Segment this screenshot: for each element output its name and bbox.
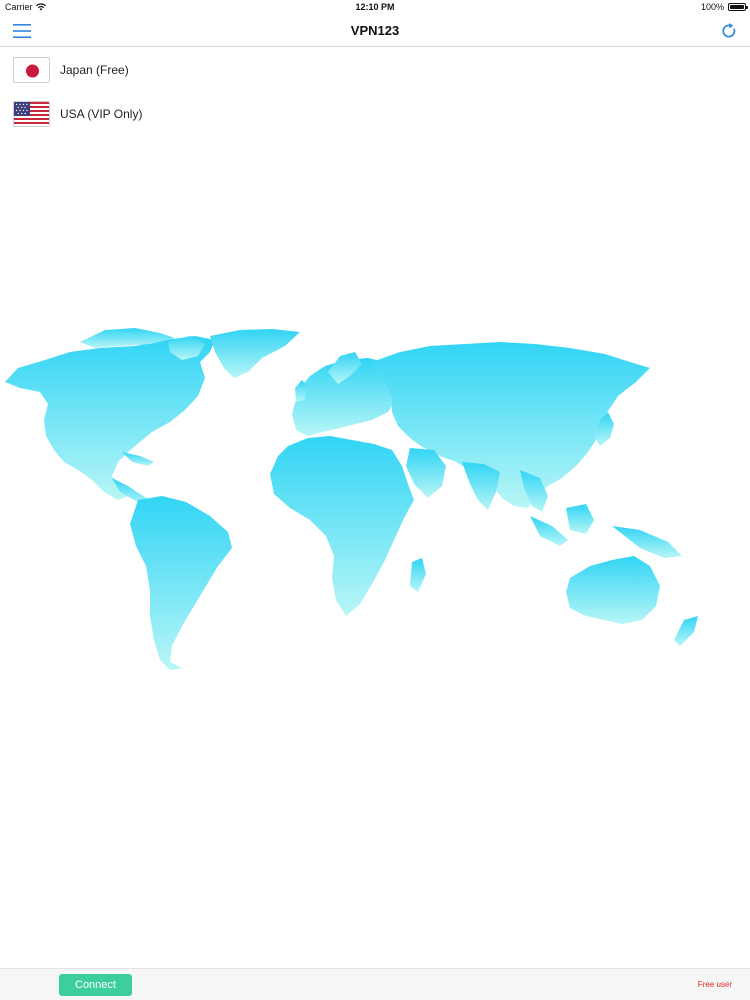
world-map [5, 328, 698, 670]
map-india [462, 462, 500, 510]
map-caribbean [122, 452, 154, 466]
map-greenland [210, 329, 300, 378]
battery-fill [730, 5, 744, 9]
map-africa [270, 436, 414, 616]
map-new-zealand [674, 616, 698, 646]
server-list: Japan (Free) USA (VIP Only) [0, 48, 750, 136]
connect-button[interactable]: Connect [59, 974, 132, 996]
status-bar: Carrier 12:10 PM 100% [0, 0, 750, 14]
map-new-guinea [612, 526, 682, 558]
status-right: 100% [700, 2, 748, 12]
server-label-usa: USA (VIP Only) [60, 107, 143, 121]
nav-bar: VPN123 [0, 14, 750, 47]
map-north-america [5, 336, 215, 500]
usa-flag-icon [13, 101, 50, 127]
map-australia [566, 556, 660, 624]
battery-percent: 100% [700, 2, 724, 12]
server-item-usa[interactable]: USA (VIP Only) [0, 92, 750, 136]
japan-flag-icon [13, 57, 50, 83]
battery-icon [728, 3, 748, 11]
page-title: VPN123 [350, 23, 400, 38]
server-label-japan: Japan (Free) [60, 63, 129, 77]
map-madagascar [410, 558, 426, 592]
refresh-icon[interactable] [720, 22, 738, 40]
user-status-label: Free user [697, 980, 732, 989]
map-south-america [130, 496, 232, 670]
map-sumatra [530, 516, 568, 546]
status-time: 12:10 PM [355, 2, 395, 12]
map-borneo [566, 504, 594, 534]
server-item-japan[interactable]: Japan (Free) [0, 48, 750, 92]
bottom-bar: Connect Free user [0, 968, 750, 1000]
